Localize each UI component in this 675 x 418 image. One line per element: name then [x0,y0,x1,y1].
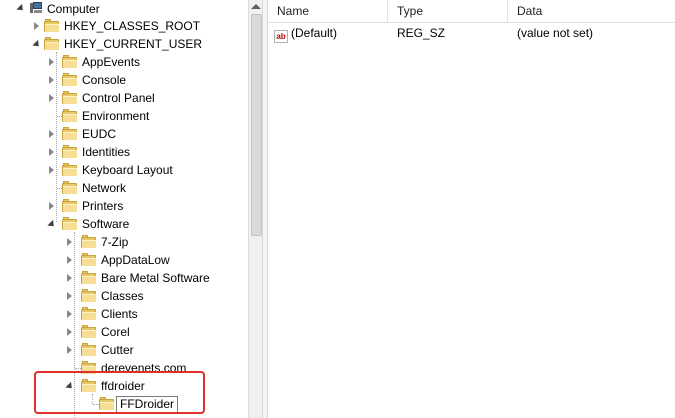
registry-tree[interactable]: Computer HKEY_CLASSES_ROOT HKEY_CURRENT_… [0,0,248,418]
collapse-arrow-icon[interactable] [47,219,57,230]
tree-node-clients[interactable]: Clients [0,305,248,323]
expand-arrow-icon[interactable] [49,76,54,84]
tree-node-classes[interactable]: Classes [0,287,248,305]
tree-node-control-panel[interactable]: Control Panel [0,89,248,107]
folder-icon [62,199,78,212]
scroll-up-arrow-icon[interactable] [251,4,261,9]
scrollbar-thumb[interactable] [251,14,262,236]
folder-icon [81,343,97,356]
folder-icon [62,145,78,158]
column-header-name[interactable]: Name [268,0,388,22]
tree-node-keyboard-layout[interactable]: Keyboard Layout [0,161,248,179]
folder-icon [81,307,97,320]
value-name: (Default) [291,26,338,40]
expand-arrow-icon[interactable] [34,22,39,30]
value-name-cell[interactable]: ab (Default) [274,24,386,43]
expand-arrow-icon[interactable] [67,346,72,354]
tree-node-cutter[interactable]: Cutter [0,341,248,359]
expand-arrow-icon[interactable] [67,274,72,282]
folder-icon [44,37,60,50]
tree-node-label[interactable]: Corel [99,323,132,341]
tree-node-hkcu[interactable]: HKEY_CURRENT_USER [0,35,248,53]
tree-node-label[interactable]: AppEvents [80,53,142,71]
tree-node-label[interactable]: HKEY_CLASSES_ROOT [62,17,202,35]
computer-icon [30,2,43,14]
tree-node-printers[interactable]: Printers [0,197,248,215]
collapse-arrow-icon[interactable] [16,3,26,14]
tree-node-label[interactable]: AppDataLow [99,251,172,269]
expand-arrow-icon[interactable] [49,58,54,66]
tree-node-label[interactable]: Cutter [99,341,136,359]
string-value-icon: ab [274,30,288,43]
tree-node-label[interactable]: Bare Metal Software [99,269,212,287]
expand-arrow-icon[interactable] [67,256,72,264]
tree-node-appdatalow[interactable]: AppDataLow [0,251,248,269]
expand-arrow-icon[interactable] [67,310,72,318]
tree-node-label[interactable]: Classes [99,287,146,305]
values-list[interactable]: Name Type Data ab (Default) REG_SZ (value… [268,0,675,418]
tree-node-label[interactable]: Control Panel [80,89,157,107]
folder-icon [62,163,78,176]
tree-node-label[interactable]: Computer [45,0,102,18]
folder-icon [44,19,60,32]
folder-icon [81,289,97,302]
tree-node-label[interactable]: Printers [80,197,125,215]
tree-node-network[interactable]: Network [0,179,248,197]
tree-node-software[interactable]: Software [0,215,248,233]
expand-arrow-icon[interactable] [49,166,54,174]
expand-arrow-icon[interactable] [49,130,54,138]
list-header: Name Type Data [268,0,675,23]
list-row[interactable]: ab (Default) REG_SZ (value not set) [268,24,675,43]
expand-arrow-icon[interactable] [49,148,54,156]
tree-node-environment[interactable]: Environment [0,107,248,125]
tree-node-label[interactable]: 7-Zip [99,233,130,251]
tree-node-console[interactable]: Console [0,71,248,89]
folder-icon [81,271,97,284]
tree-node-label[interactable]: Keyboard Layout [80,161,175,179]
folder-icon [62,73,78,86]
tree-node-appevents[interactable]: AppEvents [0,53,248,71]
tree-node-label[interactable]: Software [80,215,131,233]
expand-arrow-icon[interactable] [67,328,72,336]
tree-node-7zip[interactable]: 7-Zip [0,233,248,251]
folder-icon [62,109,78,122]
column-header-type[interactable]: Type [388,0,508,22]
expand-arrow-icon[interactable] [67,292,72,300]
value-data: (value not set) [517,26,594,40]
folder-icon [62,181,78,194]
tree-node-corel[interactable]: Corel [0,323,248,341]
column-header-data[interactable]: Data [508,0,675,22]
folder-icon [62,127,78,140]
tree-node-bare-metal-software[interactable]: Bare Metal Software [0,269,248,287]
tree-node-label[interactable]: Console [80,71,128,89]
folder-icon [62,91,78,104]
expand-arrow-icon[interactable] [67,238,72,246]
folder-icon [81,253,97,266]
tree-node-label[interactable]: HKEY_CURRENT_USER [62,35,204,53]
tree-node-label[interactable]: Identities [80,143,132,161]
collapse-arrow-icon[interactable] [32,39,42,50]
tree-node-label[interactable]: EUDC [80,125,118,143]
tree-vertical-scrollbar[interactable] [248,0,262,418]
expand-arrow-icon[interactable] [49,202,54,210]
tree-node-eudc[interactable]: EUDC [0,125,248,143]
annotation-highlight-box [34,371,205,414]
tree-node-identities[interactable]: Identities [0,143,248,161]
tree-node-label[interactable]: Environment [80,107,151,125]
tree-node-label[interactable]: Clients [99,305,140,323]
value-type: REG_SZ [397,26,446,40]
tree-node-label[interactable]: Network [80,179,128,197]
expand-arrow-icon[interactable] [49,94,54,102]
folder-icon [62,55,78,68]
tree-node-computer[interactable]: Computer [0,0,248,18]
folder-icon [81,235,97,248]
tree-node-hkcr[interactable]: HKEY_CLASSES_ROOT [0,17,248,35]
folder-icon [81,325,97,338]
folder-icon [62,217,78,230]
